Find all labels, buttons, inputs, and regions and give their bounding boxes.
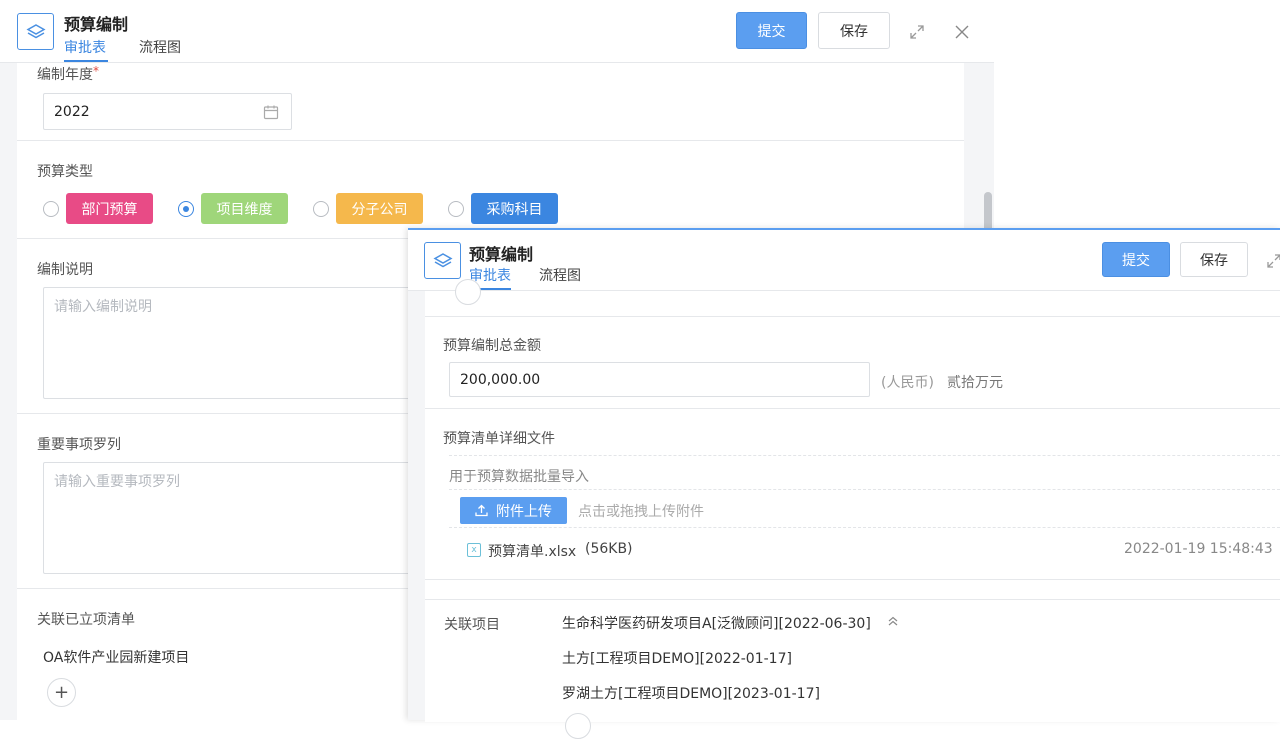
total-amount-label: 预算编制总金额 xyxy=(443,338,541,354)
add-button-partial[interactable] xyxy=(455,279,481,305)
amount-in-words: 贰拾万元 xyxy=(947,375,1003,391)
related-projects-label: 关联已立项清单 xyxy=(37,612,135,628)
description-label: 编制说明 xyxy=(37,262,93,278)
layers-icon xyxy=(17,13,54,50)
save-button[interactable]: 保存 xyxy=(818,12,890,49)
tag-procurement[interactable]: 采购科目 xyxy=(471,193,558,224)
collapse-icon[interactable] xyxy=(887,612,899,631)
year-label: 编制年度* xyxy=(37,64,99,83)
expand-icon[interactable] xyxy=(907,22,927,42)
expand-icon[interactable] xyxy=(1264,251,1280,271)
year-section: 编制年度* 2022 xyxy=(17,63,964,141)
tab-active-indicator xyxy=(64,60,108,62)
radio-dept-budget[interactable] xyxy=(43,201,59,217)
front-form-panel: 预算编制总金额 200,000.00 (人民币) 贰拾万元 预算清单详细文件 用… xyxy=(425,279,1280,739)
detail-file-section: 预算清单详细文件 用于预算数据批量导入 附件上传 点击或拖拽上传附件 x 预算清… xyxy=(425,409,1280,580)
radio-subsidiary[interactable] xyxy=(313,201,329,217)
calendar-icon xyxy=(263,104,279,124)
divider xyxy=(449,455,1280,456)
tab-approval[interactable]: 审批表 xyxy=(64,37,106,57)
upload-icon xyxy=(475,504,488,517)
related-item[interactable]: 土方[工程项目DEMO][2022-01-17] xyxy=(562,648,792,668)
related-item[interactable]: 罗湖土方[工程项目DEMO][2023-01-17] xyxy=(562,683,820,703)
scrollbar[interactable] xyxy=(984,192,992,232)
tag-project-dimension[interactable]: 项目维度 xyxy=(201,193,288,224)
related-item[interactable]: 生命科学医药研发项目A[泛微顾问][2022-06-30] xyxy=(562,613,871,633)
file-upload-time: 2022-01-19 15:48:43 xyxy=(1124,541,1273,557)
front-window-header: 预算编制 审批表 流程图 提交 保存 xyxy=(408,230,1280,291)
save-button[interactable]: 保存 xyxy=(1180,242,1248,277)
tab-flowchart[interactable]: 流程图 xyxy=(139,37,181,57)
currency-label: (人民币) xyxy=(881,375,934,391)
radio-project-dimension[interactable] xyxy=(178,201,194,217)
layers-icon xyxy=(424,242,461,279)
import-hint: 用于预算数据批量导入 xyxy=(449,469,589,485)
tab-flowchart[interactable]: 流程图 xyxy=(539,265,581,285)
submit-button[interactable]: 提交 xyxy=(736,12,807,49)
file-name[interactable]: 预算清单.xlsx xyxy=(488,541,576,561)
year-input[interactable]: 2022 xyxy=(43,93,292,130)
related-label: 关联项目 xyxy=(444,617,500,633)
total-amount-section: 预算编制总金额 200,000.00 (人民币) 贰拾万元 xyxy=(425,317,1280,409)
upload-hint: 点击或拖拽上传附件 xyxy=(578,504,704,520)
radio-procurement[interactable] xyxy=(448,201,464,217)
tag-subsidiary[interactable]: 分子公司 xyxy=(336,193,423,224)
divider xyxy=(449,489,1280,490)
submit-button[interactable]: 提交 xyxy=(1102,242,1170,277)
tag-dept-budget[interactable]: 部门预算 xyxy=(66,193,153,224)
top-partial-section xyxy=(425,279,1280,317)
detail-file-label: 预算清单详细文件 xyxy=(443,431,555,447)
front-window: 预算编制 审批表 流程图 提交 保存 预算编制总金额 200,000.00 (人… xyxy=(408,228,1280,739)
page-title: 预算编制 xyxy=(64,15,129,34)
key-items-label: 重要事项罗列 xyxy=(37,437,121,453)
add-related-button-partial[interactable] xyxy=(565,713,591,739)
related-project-item[interactable]: OA软件产业园新建项目 xyxy=(43,647,189,667)
file-size: (56KB) xyxy=(585,541,633,557)
excel-file-icon: x xyxy=(467,543,481,557)
add-related-project-button[interactable]: + xyxy=(47,678,76,707)
close-icon[interactable] xyxy=(952,22,972,42)
divider xyxy=(449,527,1280,528)
page-title: 预算编制 xyxy=(469,245,534,264)
back-window-header: 预算编制 审批表 流程图 提交 保存 xyxy=(0,0,994,63)
upload-button[interactable]: 附件上传 xyxy=(460,497,567,524)
total-amount-input[interactable]: 200,000.00 xyxy=(449,362,870,397)
budget-type-section: 预算类型 部门预算 项目维度 分子公司 采购科目 xyxy=(17,141,964,239)
related-section: 关联项目 生命科学医药研发项目A[泛微顾问][2022-06-30] 土方[工程… xyxy=(425,599,1280,739)
budget-type-label: 预算类型 xyxy=(37,164,93,180)
